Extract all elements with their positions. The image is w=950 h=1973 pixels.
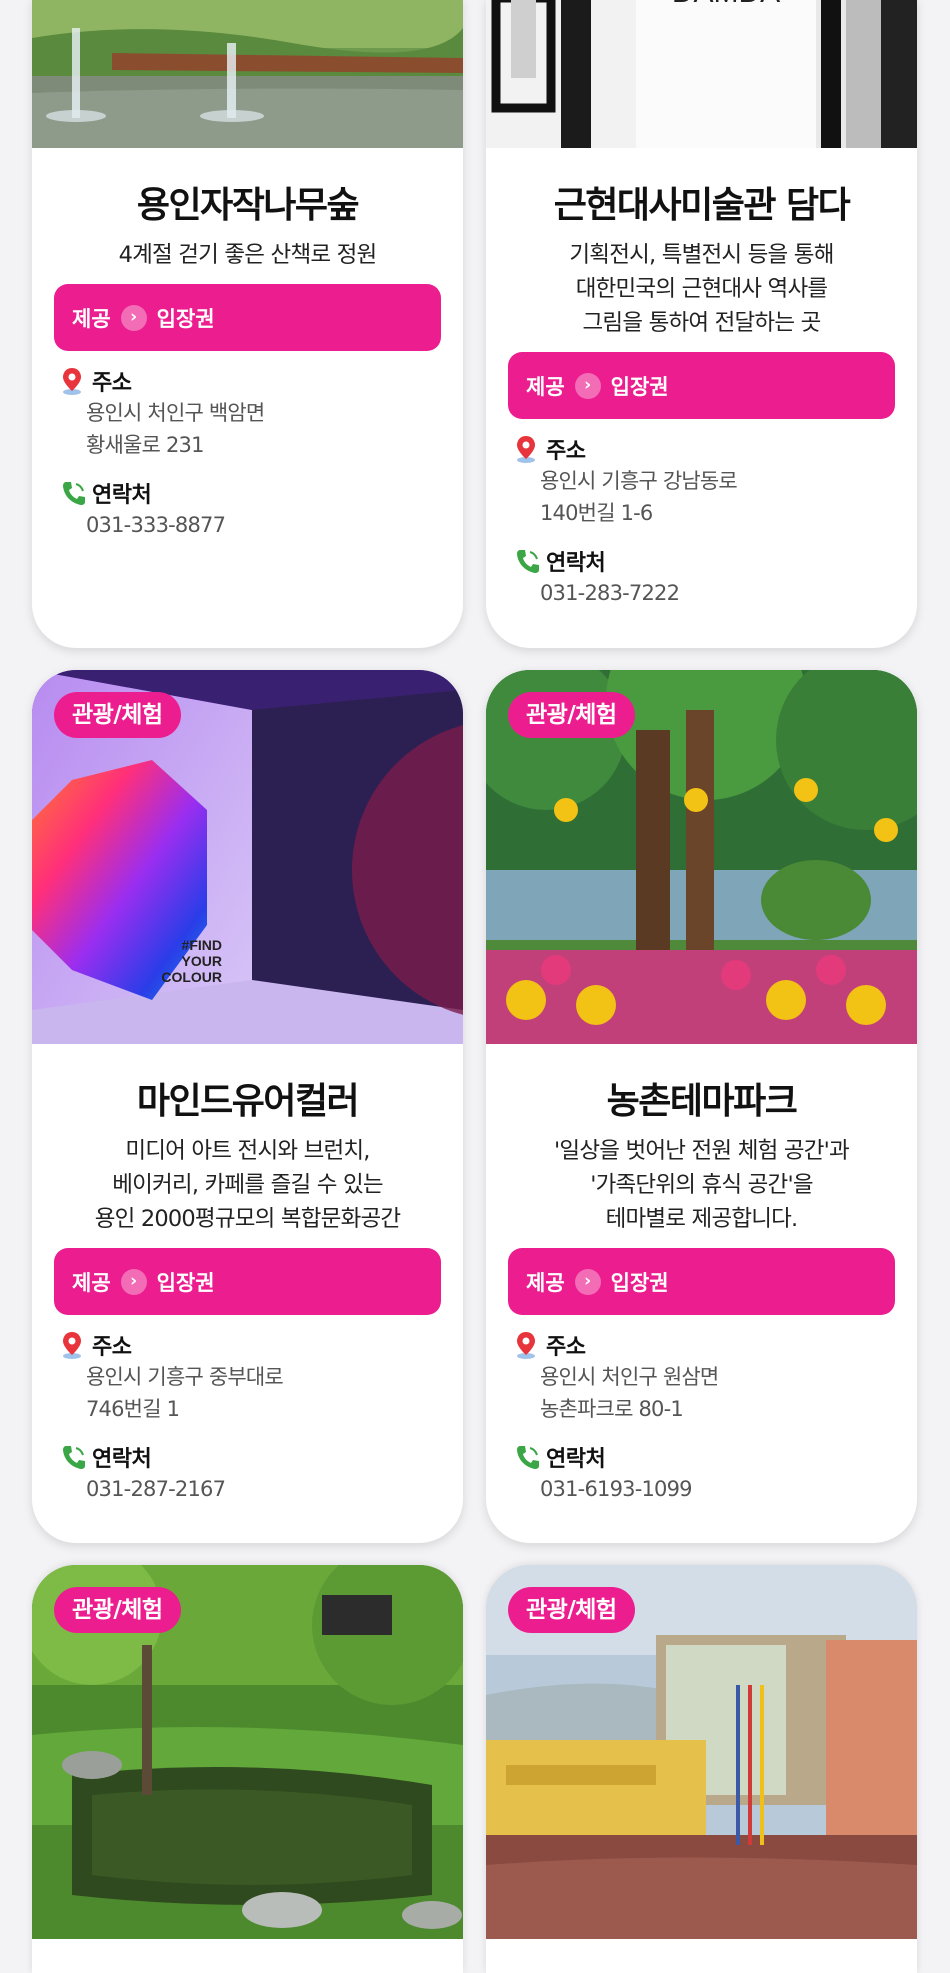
photo-sign-text: DAMDA xyxy=(672,0,780,9)
contact-label: 연락처 xyxy=(546,551,606,576)
location-pin-icon xyxy=(517,1332,535,1359)
card-birch-forest[interactable]: 용인자작나무숲 4계절 걷기 좋은 산책로 정원 제공 › 입장권 주소 용인시… xyxy=(32,0,463,648)
offer-bar[interactable]: 제공 › 입장권 xyxy=(54,284,441,351)
contact-label: 연락처 xyxy=(92,1447,152,1472)
card-title: 용인자작나무숲 xyxy=(136,185,360,226)
offer-label: 제공 xyxy=(72,1270,111,1295)
phone-number[interactable]: 031-287-2167 xyxy=(60,1473,441,1505)
card-description: 4계절 걷기 좋은 산책로 정원 xyxy=(118,242,378,268)
offer-value: 입장권 xyxy=(156,1270,215,1295)
card-photo-museum-building: 관광/체험 xyxy=(486,1565,917,1939)
offer-label: 제공 xyxy=(72,306,111,331)
chevron-right-icon: › xyxy=(574,372,601,399)
card-info: 주소 용인시 기흥구 중부대로 746번길 1 연락처 031-287-2167 xyxy=(54,1329,441,1505)
card-farm-theme-park[interactable]: 관광/체험 농촌테마파크 '일상을 벗어난 전원 체험 공간'과 '가족단위의 … xyxy=(486,670,917,1543)
phone-number[interactable]: 031-283-7222 xyxy=(514,577,895,609)
card-photo-birch-forest xyxy=(32,0,463,148)
svg-text:YOUR: YOUR xyxy=(182,953,222,969)
card-description: 기획전시, 특별전시 등을 통해 대한민국의 근현대사 역사를 그림을 통하여 … xyxy=(569,242,834,336)
chevron-right-icon: › xyxy=(120,304,147,331)
address-line: 140번길 1-6 xyxy=(540,501,653,525)
address-line: 용인시 기흥구 강남동로 xyxy=(540,469,738,493)
location-pin-icon xyxy=(63,368,81,395)
card-title: 근현대사미술관 담다 xyxy=(553,185,851,226)
phone-number[interactable]: 031-333-8877 xyxy=(60,509,441,541)
chevron-right-icon: › xyxy=(574,1268,601,1295)
phone-icon xyxy=(63,1446,85,1469)
contact-label: 연락처 xyxy=(546,1447,606,1472)
card-photo-farm-theme-park: 관광/체험 xyxy=(486,670,917,1044)
card-photo-garden-pond: 관광/체험 xyxy=(32,1565,463,1939)
offer-value: 입장권 xyxy=(610,1270,669,1295)
category-tag: 관광/체험 xyxy=(508,692,635,738)
address-label: 주소 xyxy=(92,1335,132,1360)
svg-text:COLOUR: COLOUR xyxy=(161,969,222,985)
phone-icon xyxy=(63,482,85,505)
card-garden-pond[interactable]: 관광/체험 xyxy=(32,1565,463,1973)
category-tag: 관광/체험 xyxy=(54,1587,181,1633)
category-tag: 관광/체험 xyxy=(508,1587,635,1633)
category-tag: 관광/체험 xyxy=(54,692,181,738)
address-label: 주소 xyxy=(546,1335,586,1360)
phone-number[interactable]: 031-6193-1099 xyxy=(514,1473,895,1505)
card-info: 주소 용인시 기흥구 강남동로 140번길 1-6 연락처 031-283-72… xyxy=(508,433,895,609)
phone-icon xyxy=(517,550,539,573)
offer-bar[interactable]: 제공 › 입장권 xyxy=(54,1248,441,1315)
photo-wall-text: #FIND xyxy=(182,937,222,953)
card-description: 미디어 아트 전시와 브런치, 베이커리, 카페를 즐길 수 있는 용인 200… xyxy=(94,1138,401,1232)
card-mind-your-color[interactable]: #FIND YOUR COLOUR 관광/체험 마인드유어컬러 미디어 아트 전… xyxy=(32,670,463,1543)
card-damda-museum[interactable]: DAMDA 근현대사미술관 담다 기획전시, 특별전시 등을 통해 대한민국의 … xyxy=(486,0,917,648)
address-line: 농촌파크로 80-1 xyxy=(540,1397,684,1421)
address-line: 황새울로 231 xyxy=(86,433,204,457)
address-line: 용인시 처인구 원삼면 xyxy=(540,1365,719,1389)
card-photo-mind-your-color: #FIND YOUR COLOUR 관광/체험 xyxy=(32,670,463,1044)
offer-bar[interactable]: 제공 › 입장권 xyxy=(508,352,895,419)
card-info: 주소 용인시 처인구 원삼면 농촌파크로 80-1 연락처 031-6193-1… xyxy=(508,1329,895,1505)
location-pin-icon xyxy=(63,1332,81,1359)
offer-bar[interactable]: 제공 › 입장권 xyxy=(508,1248,895,1315)
card-title: 농촌테마파크 xyxy=(606,1081,798,1122)
location-pin-icon xyxy=(517,436,535,463)
address-label: 주소 xyxy=(546,439,586,464)
phone-icon xyxy=(517,1446,539,1469)
address-line: 746번길 1 xyxy=(86,1397,180,1421)
card-photo-damda: DAMDA xyxy=(486,0,917,148)
card-info: 주소 용인시 처인구 백암면 황새울로 231 연락처 031-333-8877 xyxy=(54,365,441,541)
card-description: '일상을 벗어난 전원 체험 공간'과 '가족단위의 휴식 공간'을 테마별로 … xyxy=(554,1138,850,1232)
card-museum-building[interactable]: 관광/체험 xyxy=(486,1565,917,1973)
offer-label: 제공 xyxy=(526,374,565,399)
offer-value: 입장권 xyxy=(610,374,669,399)
card-title: 마인드유어컬러 xyxy=(136,1081,360,1122)
contact-label: 연락처 xyxy=(92,483,152,508)
address-label: 주소 xyxy=(92,371,132,396)
address-line: 용인시 기흥구 중부대로 xyxy=(86,1365,284,1389)
offer-value: 입장권 xyxy=(156,306,215,331)
chevron-right-icon: › xyxy=(120,1268,147,1295)
address-line: 용인시 처인구 백암면 xyxy=(86,401,265,425)
offer-label: 제공 xyxy=(526,1270,565,1295)
